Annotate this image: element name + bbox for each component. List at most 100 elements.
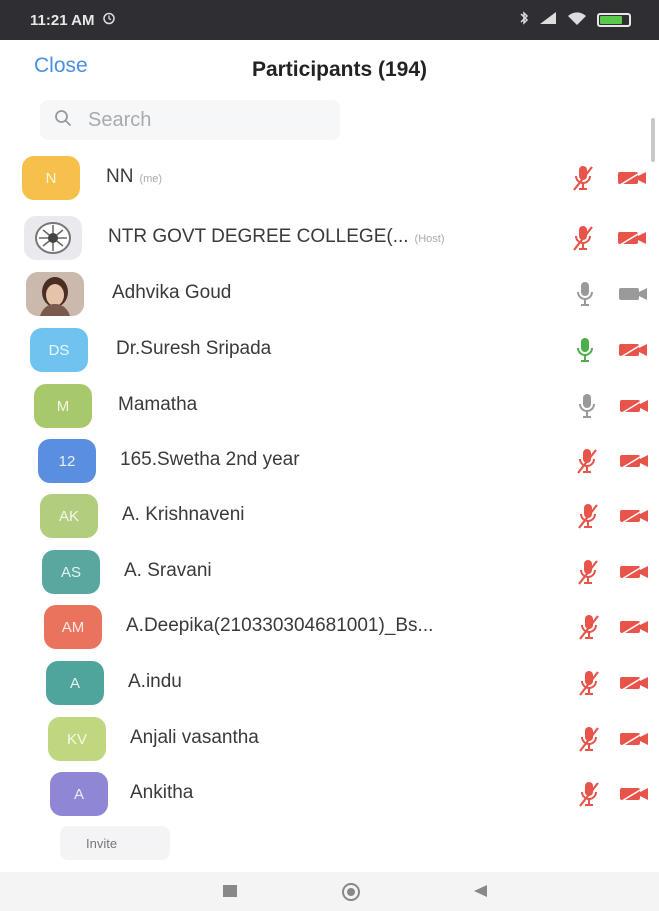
participant-role-tag: (Host) [414,233,445,245]
avatar: M [34,384,92,428]
avatar [26,272,84,316]
participant-name: Adhvika Goud [112,282,232,303]
bluetooth-icon [519,10,529,30]
avatar: 12 [38,439,96,483]
mic-muted-icon [577,502,599,530]
status-time: 11:21 AM [30,11,95,29]
participant-name: A.Deepika(210330304681001)_Bs... [126,615,434,636]
participant-name-block: 165.Swetha 2nd year [120,449,300,471]
person-photo-icon [26,272,84,316]
mic-muted-icon [572,164,594,192]
college-logo-icon [35,222,71,254]
video-off-icon [619,786,649,802]
avatar: N [22,156,80,200]
video-icon [618,286,648,302]
participant-name: NN [106,166,134,187]
alarm-icon [102,11,116,29]
participant-row[interactable]: Adhvika Goud [0,266,659,322]
wifi-icon [567,11,587,30]
participant-name: Mamatha [118,394,198,415]
mic-muted-icon [578,669,600,697]
signal-icon [539,11,557,29]
search-icon [54,109,72,132]
participant-name-block: Ankitha [130,782,193,804]
participant-name-block: A.indu [128,671,182,693]
avatar-initials: A [73,785,84,803]
participant-name: A. Krishnaveni [122,504,245,525]
mic-muted-icon [572,224,594,252]
participant-row[interactable]: M Mamatha [0,378,659,434]
video-off-icon [619,619,649,635]
participant-row[interactable]: A Ankitha [0,766,659,822]
participant-name-block: NN (me) [106,166,162,188]
avatar [24,216,82,260]
participant-row[interactable]: NTR GOVT DEGREE COLLEGE(... (Host) [0,210,659,266]
mic-icon [574,280,596,308]
avatar-initials: AS [60,563,81,581]
avatar-initials: KV [66,730,87,748]
participant-name-block: Mamatha [118,394,197,416]
home-icon[interactable] [341,882,361,907]
header: Close Participants (194) [0,40,659,102]
mic-muted-icon [576,447,598,475]
participant-row[interactable]: AM A.Deepika(210330304681001)_Bs... [0,599,659,655]
participant-name: NTR GOVT DEGREE COLLEGE(... [108,226,409,247]
invite-button[interactable]: Invite [60,826,170,860]
avatar: AS [42,550,100,594]
avatar: DS [30,328,88,372]
avatar: A [46,661,104,705]
participant-name-block: A. Sravani [124,560,212,582]
video-off-icon [619,398,649,414]
participant-name-block: A. Krishnaveni [122,504,245,526]
participant-row[interactable]: DS Dr.Suresh Sripada [0,322,659,378]
avatar: AK [40,494,98,538]
video-off-icon [619,675,649,691]
mic-muted-icon [577,558,599,586]
video-off-icon [619,731,649,747]
participant-row[interactable]: KV Anjali vasantha [0,711,659,767]
participant-name: 165.Swetha 2nd year [120,449,300,470]
navigation-bar [0,872,659,911]
avatar: KV [48,717,106,761]
video-off-icon [617,170,647,186]
avatar-initials: DS [48,341,70,359]
search-bar[interactable] [40,100,340,140]
participant-name-block: Adhvika Goud [112,282,231,304]
video-off-icon [619,453,649,469]
mic-icon [574,336,596,364]
participant-row[interactable]: AS A. Sravani [0,544,659,600]
avatar: A [50,772,108,816]
mic-icon [576,392,598,420]
battery-icon [597,13,631,27]
participant-name: Dr.Suresh Sripada [116,338,272,359]
avatar: AM [44,605,102,649]
participant-name-block: NTR GOVT DEGREE COLLEGE(... (Host) [108,226,445,248]
mic-muted-icon [578,780,600,808]
avatar-initials: A [69,674,80,692]
participant-row[interactable]: AK A. Krishnaveni [0,488,659,544]
status-bar: 11:21 AM [0,0,659,40]
back-icon[interactable] [472,884,488,903]
recents-icon[interactable] [222,884,238,903]
participant-row[interactable]: 12 165.Swetha 2nd year [0,433,659,489]
video-off-icon [619,564,649,580]
participant-row[interactable]: A A.indu [0,655,659,711]
participant-row[interactable]: N NN (me) [0,150,659,206]
participant-name-block: A.Deepika(210330304681001)_Bs... [126,615,433,637]
avatar-initials: 12 [58,452,76,470]
avatar-initials: M [56,397,70,415]
video-off-icon [617,230,647,246]
mic-muted-icon [578,613,600,641]
participant-role-tag: (me) [139,173,163,185]
search-input[interactable] [86,107,310,133]
avatar-initials: AM [61,618,85,636]
avatar-initials: AK [58,507,79,525]
mic-muted-icon [578,725,600,753]
avatar-initials: N [45,169,57,187]
participant-name-block: Dr.Suresh Sripada [116,338,271,360]
participant-name: A.indu [128,671,182,692]
participant-name: Anjali vasantha [130,727,259,748]
video-off-icon [618,342,648,358]
page-title: Participants (194) [251,58,428,81]
video-off-icon [619,508,649,524]
